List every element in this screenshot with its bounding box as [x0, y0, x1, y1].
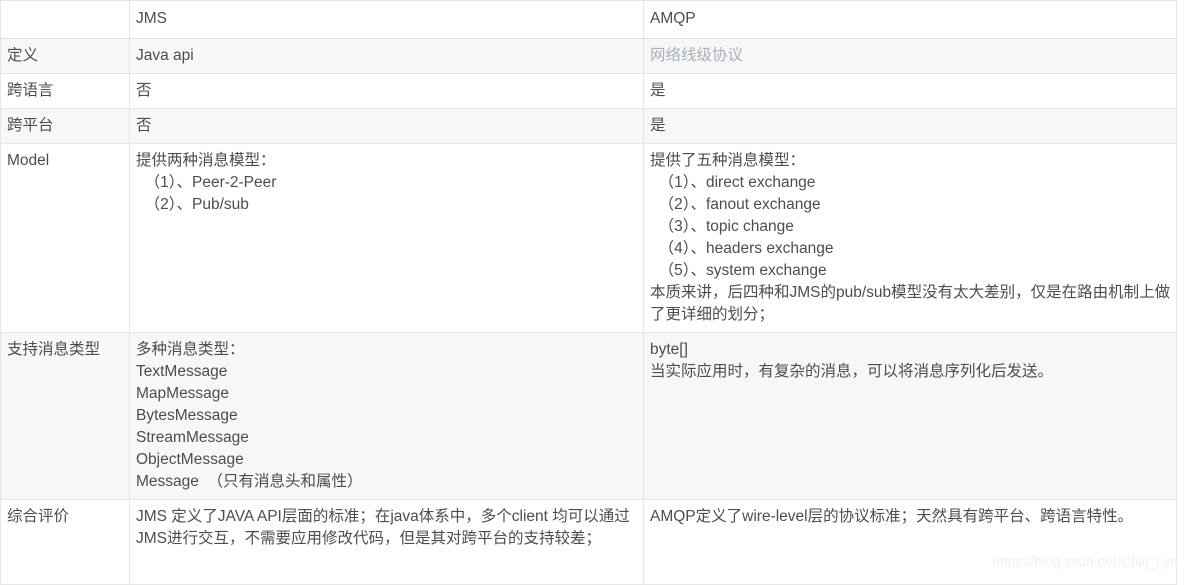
row-label-text: 跨语言 — [7, 82, 54, 99]
cell-text: 网络线级协议 — [650, 47, 744, 64]
table-header: JMS AMQP — [0, 0, 1177, 39]
table-row: 支持消息类型 多种消息类型： TextMessage MapMessage By… — [0, 332, 1177, 500]
cell-amqp-supported-message-types: byte[] 当实际应用时，有复杂的消息，可以将消息序列化后发送。 — [643, 332, 1177, 500]
column-header-amqp: AMQP — [643, 0, 1177, 39]
cell-jms-cross-platform: 否 — [129, 108, 644, 144]
row-label-text: 跨平台 — [7, 117, 54, 134]
cell-jms-definition: Java api — [129, 38, 644, 74]
cell-jms-overall-evaluation: JMS 定义了JAVA API层面的标准；在java体系中，多个client 均… — [129, 499, 644, 585]
row-label-text: 定义 — [7, 47, 39, 64]
row-label-text: Model — [7, 152, 50, 169]
column-header-jms: JMS — [129, 0, 644, 39]
jms-amqp-comparison-table: JMS AMQP 定义 Java api 网络线级协议 跨语言 否 是 跨平台 … — [0, 0, 1177, 585]
table-row: 跨平台 否 是 — [0, 108, 1177, 144]
table-row: 综合评价 JMS 定义了JAVA API层面的标准；在java体系中，多个cli… — [0, 499, 1177, 585]
cell-amqp-definition: 网络线级协议 — [643, 38, 1177, 74]
cell-text: 是 — [650, 82, 666, 99]
row-label-overall-evaluation: 综合评价 — [0, 499, 130, 585]
cell-jms-supported-message-types: 多种消息类型： TextMessage MapMessage BytesMess… — [129, 332, 644, 500]
cell-text: byte[] 当实际应用时，有复杂的消息，可以将消息序列化后发送。 — [650, 341, 1054, 380]
row-label-definition: 定义 — [0, 38, 130, 74]
cell-jms-cross-language: 否 — [129, 73, 644, 109]
cell-text: 提供了五种消息模型： （1）、direct exchange （2）、fanou… — [650, 152, 1171, 323]
row-label-text: 支持消息类型 — [7, 341, 101, 358]
cell-amqp-cross-language: 是 — [643, 73, 1177, 109]
cell-amqp-model: 提供了五种消息模型： （1）、direct exchange （2）、fanou… — [643, 143, 1177, 333]
table-row: Model 提供两种消息模型： （1）、Peer-2-Peer （2）、Pub/… — [0, 143, 1177, 333]
table-row: 定义 Java api 网络线级协议 — [0, 38, 1177, 74]
cell-amqp-cross-platform: 是 — [643, 108, 1177, 144]
cell-text: 否 — [136, 117, 152, 134]
row-label-cross-language: 跨语言 — [0, 73, 130, 109]
cell-jms-model: 提供两种消息模型： （1）、Peer-2-Peer （2）、Pub/sub — [129, 143, 644, 333]
cell-text: JMS 定义了JAVA API层面的标准；在java体系中，多个client 均… — [136, 508, 630, 547]
cell-text: 提供两种消息模型： （1）、Peer-2-Peer （2）、Pub/sub — [136, 152, 277, 213]
row-label-supported-message-types: 支持消息类型 — [0, 332, 130, 500]
cell-text: 是 — [650, 117, 666, 134]
table-row: 跨语言 否 是 — [0, 73, 1177, 109]
cell-text: AMQP定义了wire-level层的协议标准；天然具有跨平台、跨语言特性。 — [650, 508, 1134, 525]
row-label-cross-platform: 跨平台 — [0, 108, 130, 144]
table-header-row: JMS AMQP — [0, 0, 1177, 39]
table-body: 定义 Java api 网络线级协议 跨语言 否 是 跨平台 否 是 Model… — [0, 38, 1177, 585]
cell-amqp-overall-evaluation: AMQP定义了wire-level层的协议标准；天然具有跨平台、跨语言特性。 — [643, 499, 1177, 585]
row-label-model: Model — [0, 143, 130, 333]
cell-text: 多种消息类型： TextMessage MapMessage BytesMess… — [136, 341, 363, 490]
row-label-text: 综合评价 — [7, 508, 70, 525]
column-header-blank — [0, 0, 130, 39]
cell-text: 否 — [136, 82, 152, 99]
comparison-table-container: JMS AMQP 定义 Java api 网络线级协议 跨语言 否 是 跨平台 … — [0, 0, 1177, 585]
cell-text: Java api — [136, 47, 194, 64]
